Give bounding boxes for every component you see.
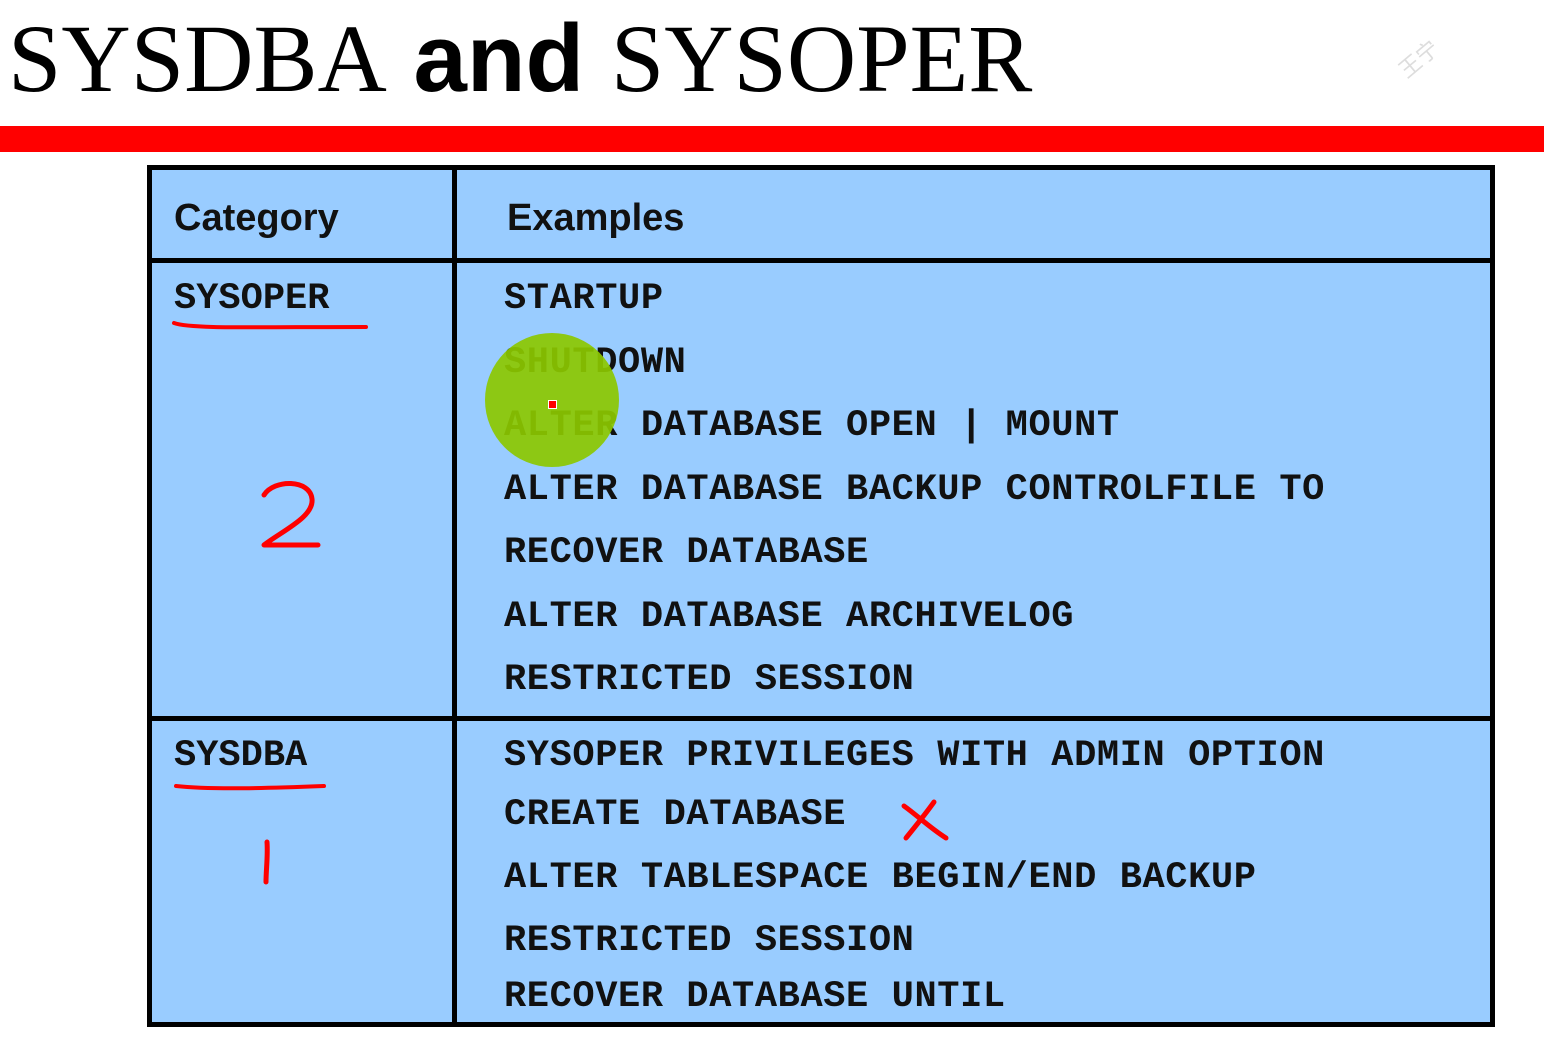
title-divider xyxy=(0,126,1544,152)
header-divider xyxy=(152,258,1490,263)
privileges-table: Category Examples SYSOPER SYSDBA STARTUP… xyxy=(147,165,1495,1027)
annotation-number-two xyxy=(261,481,321,548)
watermark: 王宁 xyxy=(1394,36,1445,84)
column-divider xyxy=(452,170,457,1022)
title-sysoper: SYSOPER xyxy=(610,5,1033,112)
example-item: RESTRICTED SESSION xyxy=(504,659,915,701)
example-item: RECOVER DATABASE UNTIL xyxy=(504,976,1006,1018)
category-sysdba: SYSDBA xyxy=(174,735,308,777)
annotation-number-one xyxy=(263,839,270,885)
example-item: SYSOPER PRIVILEGES WITH ADMIN OPTION xyxy=(504,735,1325,777)
sysdba-underline-mark xyxy=(174,784,326,791)
example-item: ALTER DATABASE BACKUP CONTROLFILE TO xyxy=(504,469,1325,511)
slide-title: SYSDBA and SYSOPER xyxy=(8,4,1032,114)
row-divider xyxy=(152,716,1490,721)
cross-mark-icon xyxy=(901,799,949,841)
example-item: ALTER DATABASE ARCHIVELOG xyxy=(504,596,1075,638)
example-item: CREATE DATABASE xyxy=(504,794,847,836)
sysoper-underline-mark xyxy=(172,321,368,330)
title-sysdba: SYSDBA xyxy=(8,5,387,112)
example-item: STARTUP xyxy=(504,278,664,320)
example-item: RESTRICTED SESSION xyxy=(504,920,915,962)
header-examples: Examples xyxy=(507,197,685,239)
title-and: and xyxy=(413,5,585,112)
header-category: Category xyxy=(174,197,339,239)
example-item: RECOVER DATABASE xyxy=(504,532,869,574)
cursor-pointer-icon xyxy=(548,400,557,409)
example-item: ALTER TABLESPACE BEGIN/END BACKUP xyxy=(504,857,1257,899)
